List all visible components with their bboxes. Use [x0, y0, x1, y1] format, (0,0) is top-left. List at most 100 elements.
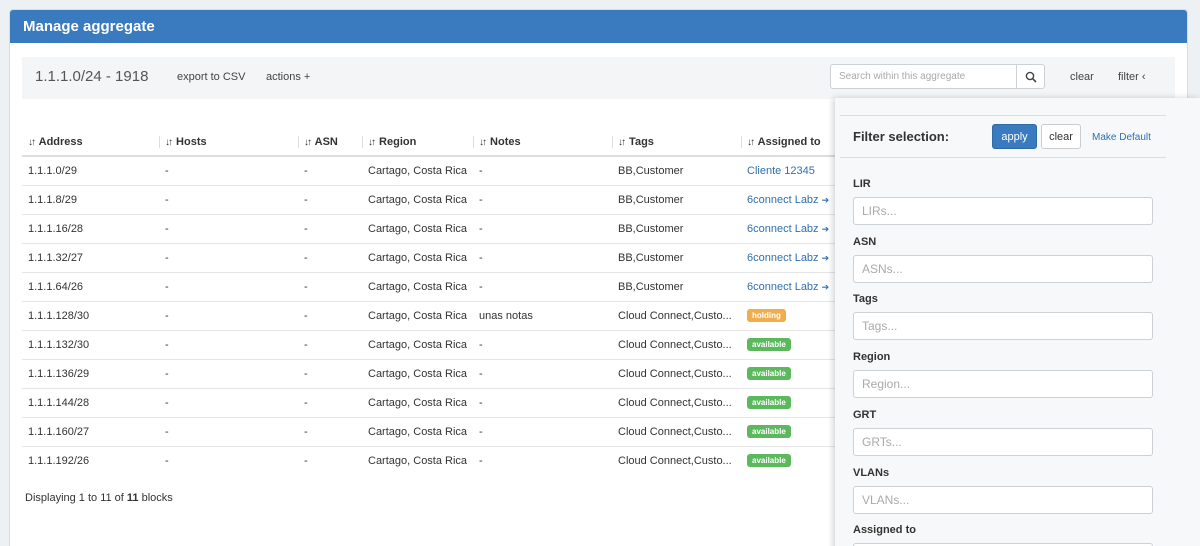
cell-region: Cartago, Costa Rica — [362, 155, 473, 185]
search-input[interactable] — [830, 64, 1016, 89]
cell-hosts: - — [159, 271, 298, 301]
cell-assigned: available — [741, 329, 842, 359]
cell-notes: - — [473, 155, 612, 185]
column-label: Region — [376, 136, 417, 148]
assigned-link[interactable]: 6connect Labz — [747, 223, 819, 235]
filter-input-region[interactable] — [853, 370, 1153, 399]
panel-title: Manage aggregate — [10, 10, 1187, 43]
table-row[interactable]: 1.1.1.192/26- - Cartago, Costa Rica - Cloud … — [22, 445, 842, 475]
filter-label-tags: Tags — [853, 293, 878, 306]
cell-assigned: 6connect Labz ➔ — [741, 213, 842, 243]
cell-tags: Cloud Connect,Custo... — [612, 445, 741, 475]
cell-address: 1.1.1.160/27 — [22, 416, 159, 446]
table-row[interactable]: 1.1.1.16/28- - Cartago, Costa Rica - BB,Cust… — [22, 213, 842, 243]
column-header-assigned-to[interactable]: ↓↑ Assigned to — [741, 129, 842, 157]
cell-asn: - — [298, 213, 362, 243]
cell-asn: - — [298, 445, 362, 475]
sort-icon: ↓↑ — [304, 137, 312, 148]
column-label: ASN — [312, 136, 338, 148]
table-row[interactable]: 1.1.1.32/27- - Cartago, Costa Rica - BB,Cust… — [22, 242, 842, 272]
clear-link[interactable]: clear — [1070, 71, 1094, 83]
cell-hosts: - — [159, 329, 298, 359]
cell-tags: Cloud Connect,Custo... — [612, 416, 741, 446]
cell-assigned: available — [741, 445, 842, 475]
cell-assigned: Cliente 12345 — [741, 155, 842, 185]
assigned-link[interactable]: Cliente 12345 — [747, 165, 815, 177]
cell-tags: BB,Customer — [612, 242, 741, 272]
sort-icon: ↓↑ — [479, 137, 487, 148]
assigned-link[interactable]: 6connect Labz — [747, 281, 819, 293]
table-row[interactable]: 1.1.1.128/30- - Cartago, Costa Rica unas no… — [22, 300, 842, 330]
arrow-right-icon[interactable]: ➔ — [822, 282, 830, 292]
table-row[interactable]: 1.1.1.160/27- - Cartago, Costa Rica - Cloud … — [22, 416, 842, 446]
cell-region: Cartago, Costa Rica — [362, 184, 473, 214]
blocks-table: ↓↑ Address ↓↑ Hosts ↓↑ ASN ↓↑ Region ↓↑ Note… — [22, 129, 842, 475]
column-header-hosts[interactable]: ↓↑ Hosts — [159, 129, 298, 157]
column-label: Assigned to — [755, 136, 821, 148]
search-icon — [1025, 71, 1037, 83]
table-row[interactable]: 1.1.1.8/29- - Cartago, Costa Rica - BB,Custo… — [22, 184, 842, 214]
cell-assigned: 6connect Labz ➔ — [741, 242, 842, 272]
filter-label-region: Region — [853, 351, 891, 364]
assigned-link[interactable]: 6connect Labz — [747, 252, 819, 264]
cell-asn: - — [298, 155, 362, 185]
cell-address: 1.1.1.0/29 — [22, 155, 159, 185]
status-badge: available — [747, 338, 791, 351]
make-default-link[interactable]: Make Default — [1092, 132, 1151, 143]
cell-address: 1.1.1.32/27 — [22, 242, 159, 272]
column-separator — [612, 136, 613, 148]
table-header: ↓↑ Address ↓↑ Hosts ↓↑ ASN ↓↑ Region ↓↑ Note… — [22, 129, 842, 157]
column-header-asn[interactable]: ↓↑ ASN — [298, 129, 362, 157]
cell-notes: - — [473, 213, 612, 243]
actions-menu[interactable]: actions + — [266, 71, 310, 83]
status-badge: available — [747, 425, 791, 438]
assigned-link[interactable]: 6connect Labz — [747, 194, 819, 206]
search-group — [830, 64, 1045, 89]
cell-hosts: - — [159, 155, 298, 185]
filter-toggle[interactable]: filter ‹ — [1118, 71, 1146, 83]
cell-asn: - — [298, 184, 362, 214]
cell-tags: BB,Customer — [612, 213, 741, 243]
column-separator — [473, 136, 474, 148]
cell-tags: BB,Customer — [612, 155, 741, 185]
table-row[interactable]: 1.1.1.64/26- - Cartago, Costa Rica - BB,Cust… — [22, 271, 842, 301]
export-csv-link[interactable]: export to CSV — [177, 71, 245, 83]
cell-notes: - — [473, 416, 612, 446]
cell-notes: - — [473, 329, 612, 359]
sort-icon: ↓↑ — [28, 137, 36, 148]
filter-input-grt[interactable] — [853, 427, 1153, 456]
column-separator — [741, 136, 742, 148]
cell-asn: - — [298, 300, 362, 330]
filter-input-asn[interactable] — [853, 254, 1153, 283]
cell-address: 1.1.1.136/29 — [22, 358, 159, 388]
cell-address: 1.1.1.64/26 — [22, 271, 159, 301]
aggregate-title: 1.1.1.0/24 - 1918 — [35, 68, 149, 85]
clear-filter-button[interactable]: clear — [1041, 124, 1081, 149]
arrow-right-icon[interactable]: ➔ — [822, 224, 830, 234]
cell-tags: Cloud Connect,Custo... — [612, 387, 741, 417]
filter-input-tags[interactable] — [853, 312, 1153, 341]
arrow-right-icon[interactable]: ➔ — [822, 195, 830, 205]
cell-assigned: 6connect Labz ➔ — [741, 184, 842, 214]
column-header-address[interactable]: ↓↑ Address — [22, 129, 159, 157]
column-separator — [298, 136, 299, 148]
cell-region: Cartago, Costa Rica — [362, 329, 473, 359]
column-header-region[interactable]: ↓↑ Region — [362, 129, 473, 157]
table-row[interactable]: 1.1.1.132/30- - Cartago, Costa Rica - Cloud … — [22, 329, 842, 359]
cell-hosts: - — [159, 445, 298, 475]
table-body: 1.1.1.0/29- - Cartago, Costa Rica - BB,Custo… — [22, 155, 842, 475]
cell-address: 1.1.1.128/30 — [22, 300, 159, 330]
column-header-tags[interactable]: ↓↑ Tags — [612, 129, 741, 157]
filter-input-vlans[interactable] — [853, 485, 1153, 514]
search-button[interactable] — [1016, 64, 1045, 89]
table-row[interactable]: 1.1.1.136/29- - Cartago, Costa Rica - Cloud … — [22, 358, 842, 388]
apply-button[interactable]: apply — [992, 124, 1037, 149]
table-row[interactable]: 1.1.1.144/28- - Cartago, Costa Rica - Cloud … — [22, 387, 842, 417]
arrow-right-icon[interactable]: ➔ — [822, 253, 830, 263]
divider — [840, 115, 1166, 116]
filter-input-lir[interactable] — [853, 197, 1153, 225]
status-badge: holding — [747, 309, 786, 322]
cell-hosts: - — [159, 416, 298, 446]
column-header-notes[interactable]: ↓↑ Notes — [473, 129, 612, 157]
table-row[interactable]: 1.1.1.0/29- - Cartago, Costa Rica - BB,Custo… — [22, 155, 842, 185]
